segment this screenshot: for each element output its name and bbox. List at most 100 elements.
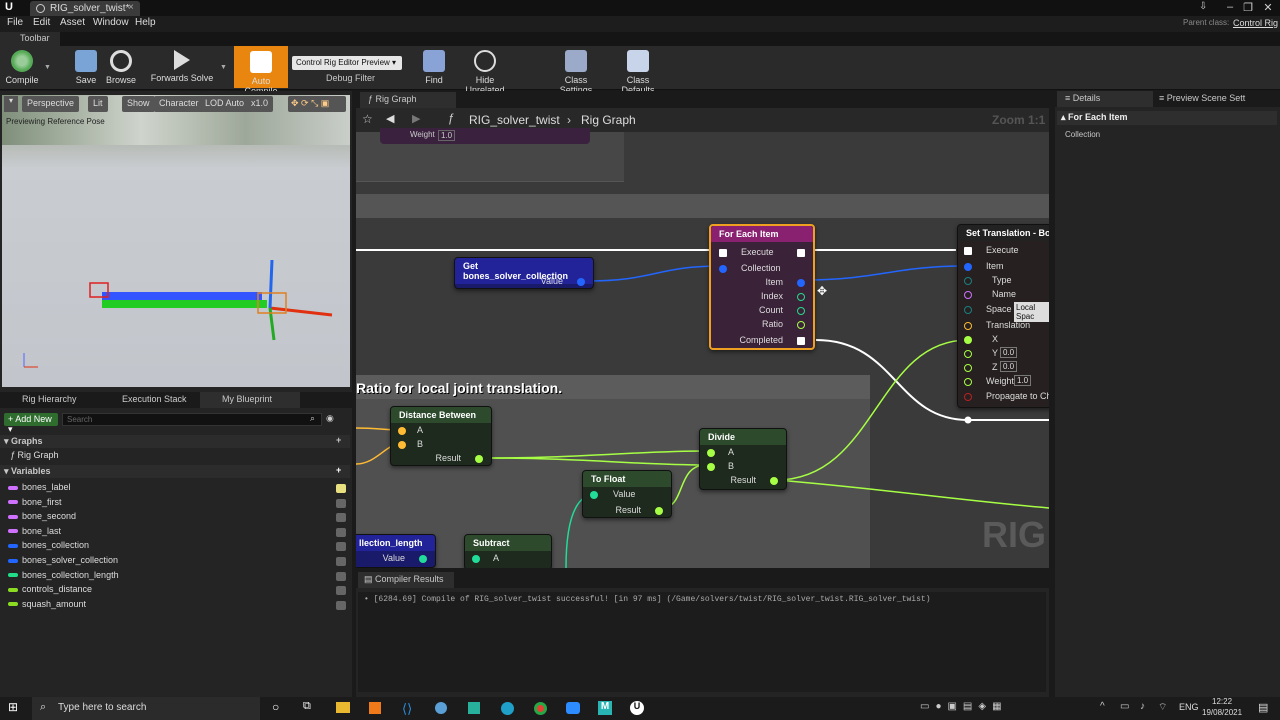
variable-visibility-icon[interactable] xyxy=(336,484,346,493)
set-translation-y-value[interactable]: 0.0 xyxy=(1000,347,1018,358)
details-category-header[interactable]: ▴ For Each Item xyxy=(1057,111,1277,125)
language-indicator[interactable]: ENG xyxy=(1179,702,1199,712)
variable-item[interactable]: controls_distance xyxy=(8,584,348,598)
menu-edit[interactable]: Edit xyxy=(33,17,50,28)
set-translation-z-dot[interactable] xyxy=(964,364,972,372)
variable-visibility-icon[interactable] xyxy=(336,571,346,581)
character-button[interactable]: Character xyxy=(154,96,204,112)
variables-header[interactable]: ▾ Variables + xyxy=(0,465,350,478)
for-each-item-dot[interactable] xyxy=(797,279,805,287)
node-set-translation[interactable]: Set Translation - Bone Execute Item Type… xyxy=(957,224,1049,408)
notification-icon[interactable]: ▤ xyxy=(1258,701,1268,714)
forwards-solve-button[interactable]: Forwards Solve xyxy=(150,48,214,88)
taskbar-search[interactable]: ⌕ Type here to search xyxy=(32,697,260,720)
set-translation-type-dot[interactable] xyxy=(964,277,972,285)
graph-tab[interactable]: ƒ Rig Graph xyxy=(360,92,456,108)
compile-dropdown-icon[interactable]: ▼ xyxy=(44,64,51,71)
wifi-icon[interactable]: ⌔ xyxy=(1158,701,1167,714)
document-tab[interactable]: RIG_solver_twist* × xyxy=(30,1,140,16)
node-distance-between[interactable]: Distance Between A B Result xyxy=(390,406,492,466)
cortana-icon[interactable]: ○ xyxy=(272,700,279,714)
variable-item[interactable]: bones_solver_collection xyxy=(8,555,348,569)
for-each-index-dot[interactable] xyxy=(797,293,805,301)
add-variable-icon[interactable]: + xyxy=(336,465,341,475)
compile-button[interactable]: Compile xyxy=(4,48,40,88)
forwards-dropdown-icon[interactable]: ▼ xyxy=(220,64,227,71)
node-get-bones[interactable]: Get bones_solver_collection Value xyxy=(454,257,594,289)
set-translation-weight-dot[interactable] xyxy=(964,378,972,386)
blueprint-search-input[interactable]: Search xyxy=(62,413,322,426)
maya-icon[interactable]: M xyxy=(598,701,612,715)
for-each-exec-out-dot[interactable] xyxy=(797,249,805,257)
taskbar-app-green-icon[interactable] xyxy=(468,702,480,714)
class-defaults-button[interactable]: Class Defaults xyxy=(610,48,666,95)
transform-icons[interactable]: ✥ ⟳ ⤡ ▣ xyxy=(288,96,346,112)
variable-item[interactable]: squash_amount xyxy=(8,599,348,613)
variable-item[interactable]: bones_collection_length xyxy=(8,570,348,584)
tray-chevron-icon[interactable]: ^ xyxy=(1100,701,1105,712)
taskbar-date[interactable]: 19/08/2021 xyxy=(1202,708,1242,717)
divide-result-dot[interactable] xyxy=(770,477,778,485)
for-each-collection-dot[interactable] xyxy=(719,265,727,273)
set-translation-weight-value[interactable]: 1.0 xyxy=(1014,375,1032,386)
lit-button[interactable]: Lit xyxy=(88,96,108,112)
volume-icon[interactable]: ♪ xyxy=(1140,701,1145,712)
vscode-icon[interactable]: ⟨⟩ xyxy=(402,701,412,717)
divide-a-dot[interactable] xyxy=(707,449,715,457)
menu-help[interactable]: Help xyxy=(135,17,156,28)
lod-button[interactable]: LOD Auto xyxy=(200,96,250,112)
auto-compile-button[interactable]: Auto Compile xyxy=(234,46,288,96)
variable-item[interactable]: bone_second xyxy=(8,511,348,525)
node-collection-length[interactable]: llection_length Value xyxy=(356,534,436,568)
zoom-app-icon[interactable] xyxy=(566,702,580,714)
edge-icon[interactable] xyxy=(501,702,514,715)
close-window-icon[interactable]: ✕ xyxy=(1260,1,1276,14)
variable-visibility-icon[interactable] xyxy=(336,557,346,566)
get-bones-value-dot[interactable] xyxy=(577,278,585,286)
windows-start-icon[interactable]: ⊞ xyxy=(8,700,18,714)
divide-b-dot[interactable] xyxy=(707,463,715,471)
set-translation-x-dot[interactable] xyxy=(964,336,972,344)
preview-select[interactable]: Control Rig Editor Preview ▾ xyxy=(292,56,402,70)
to-float-value-dot[interactable] xyxy=(590,491,598,499)
viewport-menu-button[interactable]: ▾ xyxy=(4,96,18,112)
variable-item[interactable]: bone_first xyxy=(8,497,348,511)
preview-viewport[interactable]: Previewing Reference Pose xyxy=(2,95,350,387)
view-options-icon[interactable]: ◉ xyxy=(326,413,334,424)
set-translation-exec-dot[interactable] xyxy=(964,247,972,255)
tab-my-blueprint[interactable]: My Blueprint xyxy=(200,392,300,408)
set-translation-space-value[interactable]: Local Spac xyxy=(1014,302,1049,322)
tab-rig-hierarchy[interactable]: Rig Hierarchy xyxy=(22,394,77,404)
file-explorer-icon[interactable] xyxy=(336,702,350,713)
set-translation-space-dot[interactable] xyxy=(964,306,972,314)
toolbar-tab[interactable]: Toolbar xyxy=(0,32,60,46)
for-each-exec-in-dot[interactable] xyxy=(719,249,727,257)
set-translation-item-dot[interactable] xyxy=(964,263,972,271)
network-icon[interactable]: ▭ xyxy=(1120,701,1129,712)
add-graph-icon[interactable]: + xyxy=(336,435,341,445)
variable-visibility-icon[interactable] xyxy=(336,586,346,596)
compiler-tab[interactable]: ▤ Compiler Results xyxy=(358,572,454,588)
for-each-count-dot[interactable] xyxy=(797,307,805,315)
for-each-completed-dot[interactable] xyxy=(797,337,805,345)
chrome-icon[interactable] xyxy=(534,702,547,715)
collection-length-value-dot[interactable] xyxy=(419,555,427,563)
variable-visibility-icon[interactable] xyxy=(336,513,346,523)
variable-visibility-icon[interactable] xyxy=(336,527,346,537)
hide-unrelated-button[interactable]: Hide Unrelated xyxy=(456,48,514,95)
show-button[interactable]: Show xyxy=(122,96,155,112)
class-settings-button[interactable]: Class Settings xyxy=(548,48,604,95)
subtract-a-dot[interactable] xyxy=(472,555,480,563)
search-icon[interactable]: ⌕ xyxy=(310,413,315,424)
graphs-header[interactable]: ▾ Graphs + xyxy=(0,435,350,448)
speed-button[interactable]: x1.0 xyxy=(246,96,274,112)
find-button[interactable]: Find xyxy=(420,48,448,88)
distance-a-dot[interactable] xyxy=(398,427,406,435)
node-for-each-item[interactable]: For Each Item Execute Collection Item In… xyxy=(709,224,815,350)
notify-icon[interactable]: ⇩ xyxy=(1199,1,1207,12)
task-view-icon[interactable]: ⧉ xyxy=(303,700,311,713)
set-translation-propagate-dot[interactable] xyxy=(964,393,972,401)
minimize-icon[interactable]: – xyxy=(1222,1,1238,13)
browse-button[interactable]: Browse xyxy=(104,48,138,88)
node-to-float[interactable]: To Float Value Result xyxy=(582,470,672,518)
